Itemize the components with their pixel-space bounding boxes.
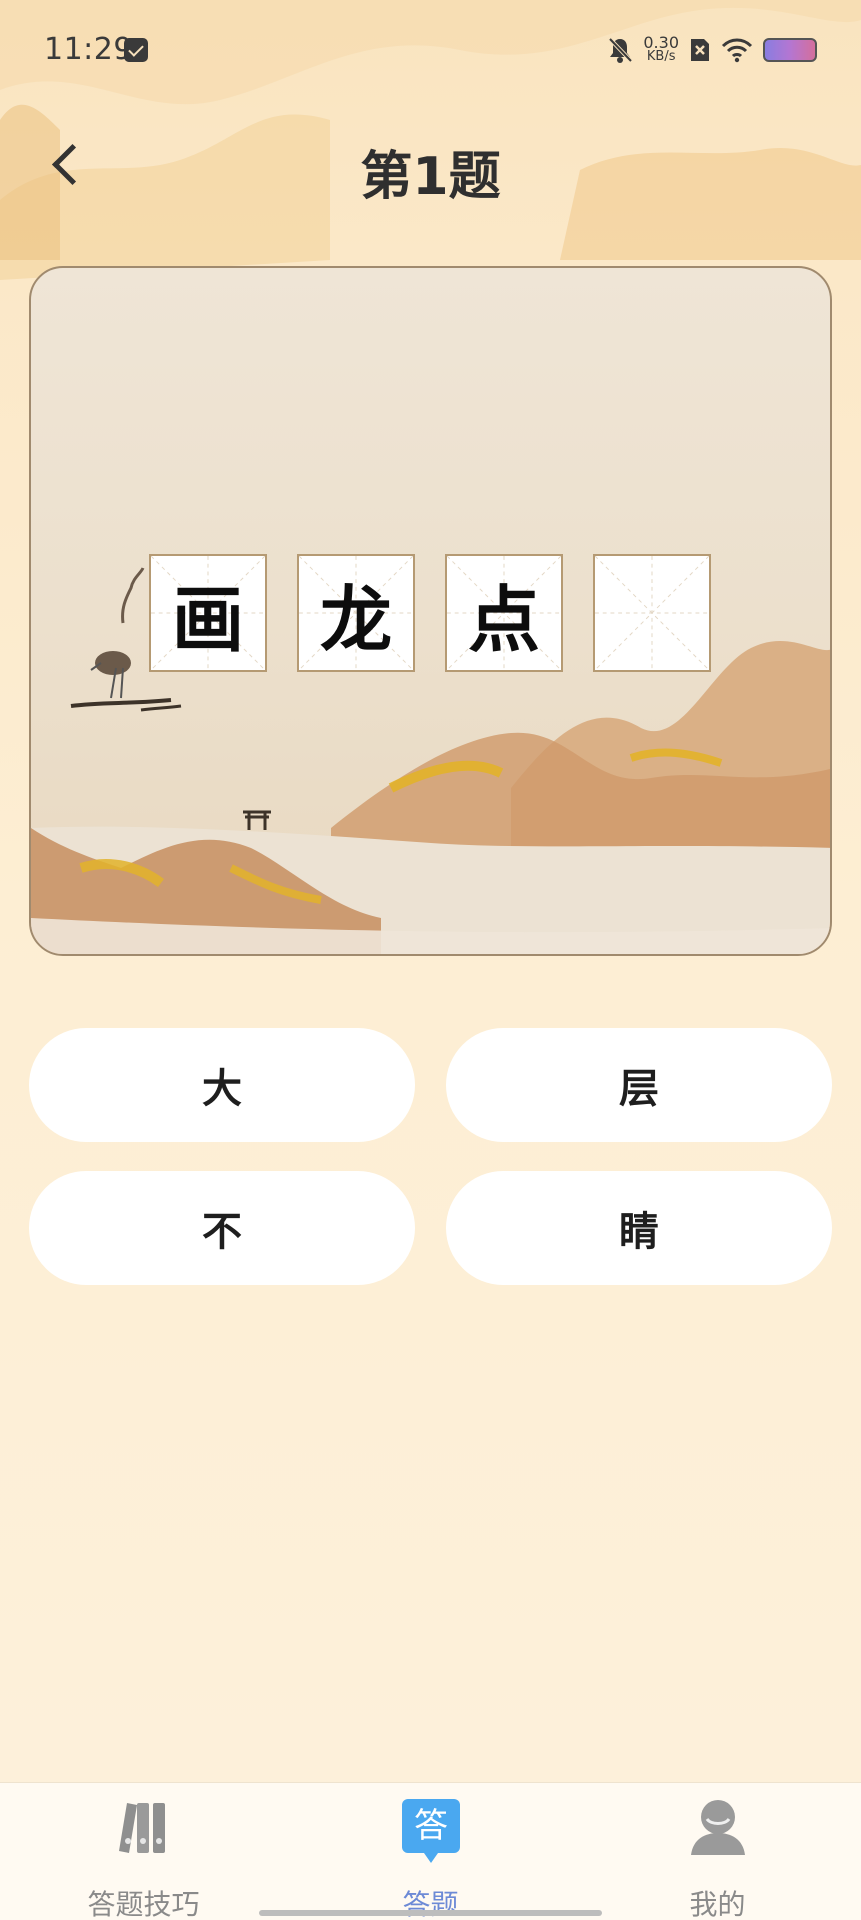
home-indicator[interactable]: [259, 1910, 602, 1916]
battery-icon: [763, 38, 817, 62]
idiom-cell: 点: [445, 554, 563, 672]
nav-tab-tips[interactable]: 答题技巧: [0, 1783, 287, 1920]
no-sim-icon: [691, 39, 709, 61]
puzzle-card: 画 龙 点: [29, 266, 832, 956]
nav-tab-mine[interactable]: 我的: [574, 1783, 861, 1920]
wifi-icon: [721, 38, 753, 63]
idiom-char-3: 点: [467, 577, 540, 662]
page-title: 第1题: [360, 147, 501, 207]
header: 第1题: [0, 120, 861, 210]
message-notification-icon: [124, 38, 148, 62]
books-icon: [119, 1803, 165, 1853]
nav-tab-mine-label: 我的: [689, 1888, 746, 1920]
idiom-cells: 画 龙 点: [149, 554, 711, 672]
profile-icon: [691, 1800, 745, 1855]
option-button-2[interactable]: 层: [446, 1028, 832, 1142]
idiom-cell: 画: [149, 554, 267, 672]
network-speed-unit: KB/s: [646, 49, 676, 64]
idiom-char-1: 画: [171, 577, 244, 662]
status-bar: 11:29 0.30 KB/s: [0, 0, 861, 100]
mute-bell-icon: [608, 37, 633, 63]
idiom-cell: 龙: [297, 554, 415, 672]
answer-icon: 答: [402, 1799, 460, 1863]
idiom-char-2: 龙: [319, 577, 392, 662]
option-button-3[interactable]: 不: [29, 1171, 415, 1285]
option-button-4[interactable]: 睛: [446, 1171, 832, 1285]
network-speed: 0.30 KB/s: [643, 33, 679, 64]
grid-lines: [595, 556, 709, 670]
nav-tab-tips-label: 答题技巧: [87, 1888, 200, 1920]
nav-tab-answer[interactable]: 答 答题: [287, 1783, 574, 1920]
status-icons: 0.30 KB/s: [607, 32, 817, 68]
network-speed-value: 0.30: [643, 33, 679, 52]
status-time: 11:29: [44, 32, 133, 67]
idiom-cell-blank[interactable]: [593, 554, 711, 672]
bottom-nav: 答题技巧 答 答题 我的: [0, 1782, 861, 1920]
option-button-1[interactable]: 大: [29, 1028, 415, 1142]
